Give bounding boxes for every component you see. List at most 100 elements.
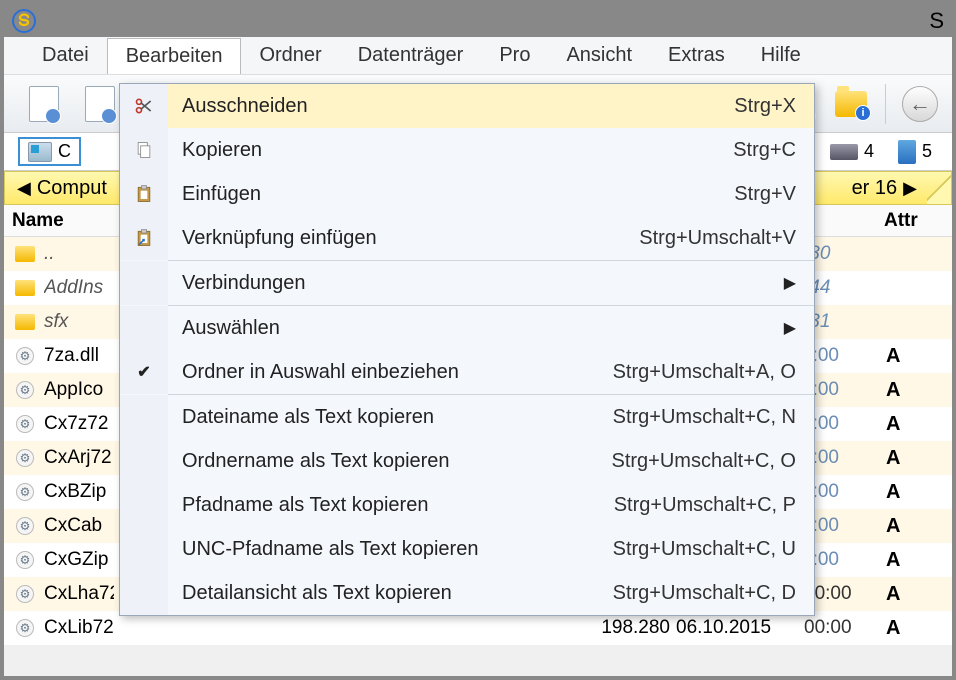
breadcrumb-resize-handle[interactable]: [927, 172, 951, 204]
menu-item[interactable]: Verknüpfung einfügenStrg+Umschalt+V: [120, 216, 814, 260]
menu-item[interactable]: Dateiname als Text kopierenStrg+Umschalt…: [120, 395, 814, 439]
tool-folder-info-icon[interactable]: [829, 82, 873, 126]
breadcrumb-right-text: er 16: [852, 177, 898, 200]
file-attr: A: [886, 549, 900, 572]
file-icon: ⚙: [14, 413, 36, 435]
menu-item-label: Kopieren: [168, 139, 733, 162]
menu-shortcut: Strg+Umschalt+V: [639, 227, 796, 250]
app-logo-icon: [12, 9, 36, 33]
file-name: ..: [44, 243, 114, 265]
menu-pro[interactable]: Pro: [481, 38, 548, 73]
toolbar-separator: [885, 84, 886, 124]
file-name: CxCab: [44, 515, 114, 537]
file-attr: A: [886, 413, 900, 436]
file-attr: A: [886, 583, 900, 606]
menubar: DateiBearbeitenOrdnerDatenträgerProAnsic…: [4, 37, 952, 75]
menu-shortcut: Strg+Umschalt+C, U: [613, 538, 796, 561]
menu-gutter: [120, 439, 168, 483]
copy-icon: [120, 128, 168, 172]
menu-item-label: Verknüpfung einfügen: [168, 227, 639, 250]
menu-item-label: Ordnername als Text kopieren: [168, 450, 611, 473]
menu-gutter: [120, 261, 168, 305]
menu-item-label: UNC-Pfadname als Text kopieren: [168, 538, 613, 561]
file-icon: ⚙: [14, 481, 36, 503]
submenu-arrow-icon: ▶: [784, 273, 796, 293]
menu-item[interactable]: KopierenStrg+C: [120, 128, 814, 172]
chevron-left-icon[interactable]: ◀: [17, 178, 31, 199]
check-icon: ✔: [120, 350, 168, 394]
tool-search-icon[interactable]: [78, 82, 122, 126]
file-attr: A: [886, 617, 900, 640]
menu-item-label: Verbindungen: [168, 272, 772, 295]
file-name: AddIns: [44, 277, 114, 299]
scissors-icon: [120, 84, 168, 128]
menu-ordner[interactable]: Ordner: [241, 38, 339, 73]
file-name: CxArj72: [44, 447, 114, 469]
submenu-arrow-icon: ▶: [784, 318, 796, 338]
hdd-icon: [830, 144, 858, 160]
menu-item[interactable]: UNC-Pfadname als Text kopierenStrg+Umsch…: [120, 527, 814, 571]
drive-letter-label: C: [58, 141, 71, 162]
menu-shortcut: Strg+V: [734, 183, 796, 206]
file-attr: A: [886, 481, 900, 504]
file-icon: ⚙: [14, 515, 36, 537]
menu-extras[interactable]: Extras: [650, 38, 743, 73]
menu-item-label: Dateiname als Text kopieren: [168, 406, 613, 429]
drive-c-button[interactable]: C: [18, 137, 81, 166]
menu-gutter: [120, 395, 168, 439]
menu-gutter: [120, 571, 168, 615]
menu-shortcut: Strg+Umschalt+C, N: [613, 406, 796, 429]
menu-datenträger[interactable]: Datenträger: [340, 38, 482, 73]
menu-gutter: [120, 527, 168, 571]
menu-ansicht[interactable]: Ansicht: [548, 38, 650, 73]
menu-gutter: [120, 306, 168, 350]
menu-shortcut: Strg+X: [734, 95, 796, 118]
menu-item-label: Detailansicht als Text kopieren: [168, 582, 613, 605]
menu-item-label: Pfadname als Text kopieren: [168, 494, 614, 517]
menu-item-label: Einfügen: [168, 183, 734, 206]
file-icon: ⚙: [14, 447, 36, 469]
menu-item-label: Ausschneiden: [168, 95, 734, 118]
menu-item[interactable]: Detailansicht als Text kopierenStrg+Umsc…: [120, 571, 814, 615]
folder-icon: [14, 243, 36, 265]
menu-shortcut: Strg+Umschalt+C, D: [613, 582, 796, 605]
chevron-right-icon[interactable]: ▶: [903, 178, 917, 199]
file-name: sfx: [44, 311, 114, 333]
menu-shortcut: Strg+Umschalt+C, O: [611, 450, 796, 473]
drive-icon: [28, 142, 52, 162]
paste-link-icon: [120, 216, 168, 260]
menu-bearbeiten[interactable]: Bearbeiten: [107, 38, 242, 74]
file-name: Cx7z72: [44, 413, 114, 435]
menu-item[interactable]: Pfadname als Text kopierenStrg+Umschalt+…: [120, 483, 814, 527]
menu-item[interactable]: EinfügenStrg+V: [120, 172, 814, 216]
package-icon: [898, 140, 916, 164]
menu-shortcut: Strg+Umschalt+C, P: [614, 494, 796, 517]
menu-hilfe[interactable]: Hilfe: [743, 38, 819, 73]
drive-number-4[interactable]: 4: [864, 141, 874, 162]
breadcrumb-left-text: Comput: [37, 177, 107, 200]
folder-icon: [14, 311, 36, 333]
file-name: CxGZip: [44, 549, 114, 571]
back-button[interactable]: ←: [898, 82, 942, 126]
menu-item[interactable]: Ordnername als Text kopierenStrg+Umschal…: [120, 439, 814, 483]
file-date: 06.10.2015: [676, 617, 771, 639]
menu-item[interactable]: Auswählen▶: [120, 306, 814, 350]
menu-shortcut: Strg+Umschalt+A, O: [613, 361, 796, 384]
file-name: CxBZip: [44, 481, 114, 503]
drive-number-5[interactable]: 5: [922, 141, 932, 162]
file-attr: A: [886, 447, 900, 470]
menu-shortcut: Strg+C: [733, 139, 796, 162]
file-icon: ⚙: [14, 549, 36, 571]
menu-item[interactable]: ✔Ordner in Auswahl einbeziehenStrg+Umsch…: [120, 350, 814, 394]
folder-icon: [14, 277, 36, 299]
tool-preview-icon[interactable]: [22, 82, 66, 126]
menu-item[interactable]: Verbindungen ▶: [120, 261, 814, 305]
titlebar: S: [4, 4, 952, 37]
menu-gutter: [120, 483, 168, 527]
titlebar-text: S: [929, 8, 944, 34]
menu-datei[interactable]: Datei: [24, 38, 107, 73]
file-attr: A: [886, 515, 900, 538]
file-row[interactable]: ⚙CxLib72.dll198.28006.10.201500:00A: [4, 611, 952, 645]
file-name: CxLha72.dll: [44, 583, 114, 605]
menu-item[interactable]: AusschneidenStrg+X: [120, 84, 814, 128]
